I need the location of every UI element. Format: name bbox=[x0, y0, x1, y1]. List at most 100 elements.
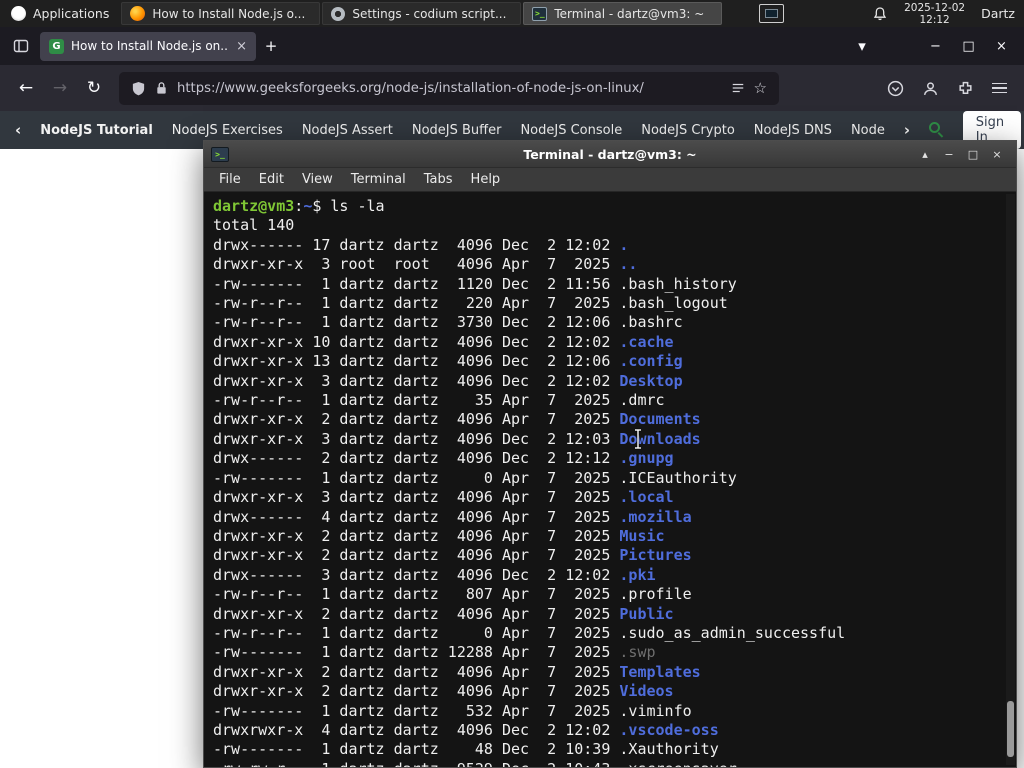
firefox-view-button[interactable] bbox=[6, 31, 36, 61]
nav-scroll-left-icon[interactable]: ‹ bbox=[15, 121, 21, 139]
user-menu[interactable]: Dartz bbox=[981, 6, 1015, 21]
window-maximize-button[interactable]: □ bbox=[952, 31, 985, 61]
terminal-line: drwxrwxr-x 4 dartz dartz 4096 Dec 2 12:0… bbox=[213, 720, 719, 739]
terminal-line: drwxr-xr-x 2 dartz dartz 4096 Apr 7 2025… bbox=[213, 546, 692, 565]
tab-strip: G How to Install Node.js on... × + ▾ − □… bbox=[0, 27, 1024, 65]
browser-tab[interactable]: G How to Install Node.js on... × bbox=[40, 31, 256, 61]
nav-link-nodejs-crypto[interactable]: NodeJS Crypto bbox=[641, 123, 735, 138]
terminal-line: -rw-rw-r-- 1 dartz dartz 9529 Dec 2 10:4… bbox=[213, 760, 1016, 767]
taskbar-button-browser[interactable]: How to Install Node.js o... bbox=[121, 2, 321, 25]
extensions-icon[interactable] bbox=[957, 80, 974, 97]
terminal-minimize-button[interactable]: − bbox=[937, 144, 961, 165]
forward-button[interactable]: → bbox=[43, 71, 77, 105]
terminal-line: drwx------ 2 dartz dartz 4096 Dec 2 12:1… bbox=[213, 449, 674, 468]
bookmark-star-icon[interactable]: ☆ bbox=[754, 79, 767, 97]
terminal-menu-bar: File Edit View Terminal Tabs Help bbox=[204, 168, 1016, 192]
reload-button[interactable]: ↻ bbox=[77, 71, 111, 105]
nav-link-nodejs-assert[interactable]: NodeJS Assert bbox=[302, 123, 393, 138]
terminal-line: -rw------- 1 dartz dartz 48 Dec 2 10:39 … bbox=[213, 740, 719, 759]
terminal-scrollbar-thumb[interactable] bbox=[1007, 701, 1014, 757]
nav-link-node[interactable]: Node bbox=[851, 123, 885, 138]
account-icon[interactable] bbox=[922, 80, 939, 97]
terminal-line: -rw------- 1 dartz dartz 12288 Apr 7 202… bbox=[213, 643, 656, 662]
tab-close-icon[interactable]: × bbox=[236, 39, 247, 54]
search-icon[interactable] bbox=[929, 122, 944, 138]
url-bar[interactable]: https://www.geeksforgeeks.org/node-js/in… bbox=[119, 71, 779, 105]
nav-link-nodejs-dns[interactable]: NodeJS DNS bbox=[754, 123, 832, 138]
taskbar-label: How to Install Node.js o... bbox=[152, 6, 306, 21]
terminal-line: drwxr-xr-x 2 dartz dartz 4096 Apr 7 2025… bbox=[213, 682, 674, 701]
terminal-line: drwxr-xr-x 2 dartz dartz 4096 Apr 7 2025… bbox=[213, 662, 701, 681]
clock[interactable]: 2025-12-02 12:12 bbox=[904, 2, 965, 26]
tab-title: How to Install Node.js on... bbox=[71, 39, 230, 53]
terminal-line: -rw------- 1 dartz dartz 0 Apr 7 2025 .I… bbox=[213, 468, 737, 487]
back-button[interactable]: ← bbox=[9, 71, 43, 105]
browser-toolbar: ← → ↻ https://www.geeksforgeeks.org/node… bbox=[0, 65, 1024, 111]
taskbar-label: Settings - codium script... bbox=[352, 6, 507, 21]
clock-time: 12:12 bbox=[919, 13, 950, 26]
lock-icon[interactable] bbox=[155, 81, 168, 95]
applications-label: Applications bbox=[33, 6, 110, 21]
nav-link-nodejs-tutorial[interactable]: NodeJS Tutorial bbox=[40, 123, 153, 138]
terminal-line: drwxr-xr-x 2 dartz dartz 4096 Apr 7 2025… bbox=[213, 604, 674, 623]
desktop-panel: Applications How to Install Node.js o...… bbox=[0, 0, 1024, 27]
terminal-line: -rw------- 1 dartz dartz 532 Apr 7 2025 … bbox=[213, 701, 692, 720]
nav-link-nodejs-exercises[interactable]: NodeJS Exercises bbox=[172, 123, 283, 138]
terminal-line: drwxr-xr-x 3 dartz dartz 4096 Dec 2 12:0… bbox=[213, 371, 683, 390]
terminal-maximize-button[interactable]: □ bbox=[961, 144, 985, 165]
terminal-line: -rw-r--r-- 1 dartz dartz 220 Apr 7 2025 … bbox=[213, 294, 728, 313]
menu-edit[interactable]: Edit bbox=[250, 172, 293, 187]
applications-menu[interactable]: Applications bbox=[0, 0, 120, 27]
terminal-window: >_ Terminal - dartz@vm3: ~ ▴ − □ × File … bbox=[203, 140, 1017, 768]
menu-help[interactable]: Help bbox=[462, 172, 510, 187]
pocket-icon[interactable] bbox=[887, 80, 904, 97]
tray-indicator-icon[interactable] bbox=[759, 4, 785, 23]
terminal-line: drwxr-xr-x 3 dartz dartz 4096 Apr 7 2025… bbox=[213, 488, 674, 507]
mouse-cursor-ibeam bbox=[635, 428, 641, 450]
terminal-line: -rw-r--r-- 1 dartz dartz 35 Apr 7 2025 .… bbox=[213, 391, 665, 410]
tracking-shield-icon[interactable] bbox=[131, 81, 146, 96]
taskbar-button-terminal[interactable]: >_ Terminal - dartz@vm3: ~ bbox=[523, 2, 723, 25]
geeksforgeeks-favicon: G bbox=[49, 38, 64, 54]
gear-icon bbox=[331, 6, 346, 21]
terminal-line: drwxr-xr-x 10 dartz dartz 4096 Dec 2 12:… bbox=[213, 332, 674, 351]
taskbar-label: Terminal - dartz@vm3: ~ bbox=[554, 6, 705, 21]
terminal-scrollbar[interactable] bbox=[1006, 194, 1015, 765]
terminal-line: drwxr-xr-x 13 dartz dartz 4096 Dec 2 12:… bbox=[213, 352, 683, 371]
terminal-line: drwxr-xr-x 2 dartz dartz 4096 Apr 7 2025… bbox=[213, 410, 701, 429]
terminal-line: drwxr-xr-x 2 dartz dartz 4096 Apr 7 2025… bbox=[213, 526, 665, 545]
taskbar-button-settings[interactable]: Settings - codium script... bbox=[322, 2, 522, 25]
terminal-title-bar[interactable]: >_ Terminal - dartz@vm3: ~ ▴ − □ × bbox=[204, 141, 1016, 168]
distro-logo-icon bbox=[11, 6, 26, 21]
clock-date: 2025-12-02 bbox=[904, 1, 966, 14]
menu-view[interactable]: View bbox=[293, 172, 342, 187]
terminal-shade-button[interactable]: ▴ bbox=[913, 144, 937, 165]
terminal-line: total 140 bbox=[213, 216, 295, 235]
terminal-line: -rw-r--r-- 1 dartz dartz 3730 Dec 2 12:0… bbox=[213, 313, 683, 332]
terminal-close-button[interactable]: × bbox=[985, 144, 1009, 165]
terminal-line: drwxr-xr-x 3 dartz dartz 4096 Dec 2 12:0… bbox=[213, 429, 701, 448]
reader-mode-icon[interactable] bbox=[731, 81, 745, 95]
nav-link-nodejs-buffer[interactable]: NodeJS Buffer bbox=[412, 123, 502, 138]
terminal-line: -rw-r--r-- 1 dartz dartz 0 Apr 7 2025 .s… bbox=[213, 623, 846, 642]
terminal-line: drwx------ 3 dartz dartz 4096 Dec 2 12:0… bbox=[213, 565, 656, 584]
menu-terminal[interactable]: Terminal bbox=[342, 172, 415, 187]
nav-link-nodejs-console[interactable]: NodeJS Console bbox=[520, 123, 622, 138]
window-minimize-button[interactable]: − bbox=[919, 31, 952, 61]
menu-tabs[interactable]: Tabs bbox=[415, 172, 462, 187]
window-close-button[interactable]: × bbox=[985, 31, 1018, 61]
terminal-line: -rw------- 1 dartz dartz 1120 Dec 2 11:5… bbox=[213, 274, 737, 293]
terminal-line: dartz@vm3:~$ ls -la bbox=[213, 197, 385, 215]
notification-bell-icon[interactable] bbox=[872, 6, 888, 22]
terminal-output[interactable]: dartz@vm3:~$ ls -la total 140 drwx------ 1… bbox=[204, 193, 1016, 767]
terminal-line: drwxr-xr-x 3 root root 4096 Apr 7 2025 .… bbox=[213, 255, 638, 274]
new-tab-button[interactable]: + bbox=[256, 31, 286, 61]
terminal-icon: >_ bbox=[532, 6, 548, 21]
menu-icon[interactable] bbox=[992, 82, 1007, 94]
url-text[interactable]: https://www.geeksforgeeks.org/node-js/in… bbox=[177, 81, 722, 96]
menu-file[interactable]: File bbox=[210, 172, 250, 187]
nav-scroll-right-icon[interactable]: › bbox=[904, 121, 910, 139]
firefox-icon bbox=[130, 6, 146, 21]
terminal-line: drwx------ 4 dartz dartz 4096 Apr 7 2025… bbox=[213, 507, 692, 526]
list-tabs-icon[interactable]: ▾ bbox=[847, 31, 877, 61]
